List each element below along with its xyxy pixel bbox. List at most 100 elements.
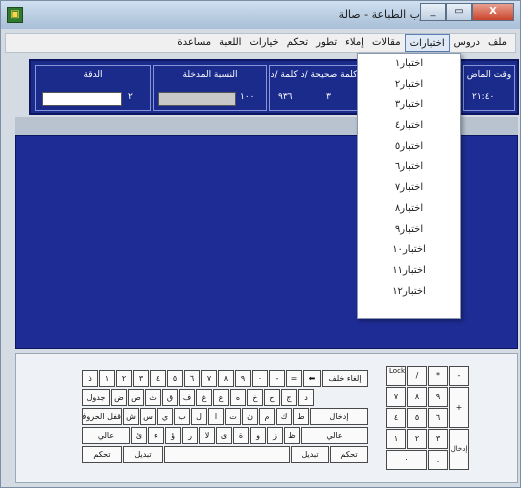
menu-control[interactable]: تحكم (283, 34, 312, 52)
dropdown-item-test-10[interactable]: اختبار١٠ (358, 240, 460, 261)
key[interactable]: ث (145, 389, 161, 406)
key[interactable]: ٣ (133, 370, 149, 387)
dropdown-item-test-11[interactable]: اختبار١١ (358, 261, 460, 282)
dropdown-item-test-8[interactable]: اختبار٨ (358, 199, 460, 220)
tab-key[interactable]: جدول (82, 389, 110, 406)
dropdown-item-test-6[interactable]: اختبار٦ (358, 157, 460, 178)
dropdown-item-test-3[interactable]: اختبار٣ (358, 95, 460, 116)
key[interactable]: ئ (131, 427, 147, 444)
key[interactable]: ك (276, 408, 292, 425)
ctrl-right-key[interactable]: تحكم (330, 446, 368, 463)
shift-right-key[interactable]: عالي (301, 427, 368, 444)
dropdown-item-test-4[interactable]: اختبار٤ (358, 116, 460, 137)
dropdown-item-test-12[interactable]: اختبار١٢ (358, 282, 460, 303)
key[interactable]: / (407, 366, 427, 386)
key[interactable]: ٣ (428, 429, 448, 449)
key[interactable]: ة (233, 427, 249, 444)
shift-left-key[interactable]: عالي (82, 427, 130, 444)
key[interactable]: ؤ (165, 427, 181, 444)
menu-articles[interactable]: مقالات (368, 34, 405, 52)
key[interactable]: - (269, 370, 285, 387)
menu-options[interactable]: خيارات (245, 34, 282, 52)
dropdown-item-test-1[interactable]: اختبار١ (358, 54, 460, 75)
key[interactable]: م (259, 408, 275, 425)
key[interactable]: ٥ (167, 370, 183, 387)
key[interactable]: ٠ (252, 370, 268, 387)
numpad-decimal-key[interactable]: . (428, 450, 448, 470)
key[interactable]: ل (191, 408, 207, 425)
key[interactable]: ق (162, 389, 178, 406)
menu-dictation[interactable]: إملاء (341, 34, 368, 52)
key[interactable]: ٩ (428, 387, 448, 407)
key[interactable]: ٢ (116, 370, 132, 387)
menu-tests[interactable]: اختبارات (404, 34, 450, 52)
menu-game[interactable]: اللعبة (215, 34, 245, 52)
num-lock-key[interactable]: Num Lock (386, 366, 406, 386)
key[interactable]: س (140, 408, 156, 425)
key[interactable]: ⬅ (303, 370, 321, 387)
key[interactable]: ج (281, 389, 297, 406)
key[interactable]: ٦ (428, 408, 448, 428)
key[interactable]: ه (230, 389, 246, 406)
key[interactable]: غ (196, 389, 212, 406)
key[interactable]: ي (157, 408, 173, 425)
key[interactable]: ١ (386, 429, 406, 449)
key[interactable]: ض (111, 389, 127, 406)
alt-right-key[interactable]: تبديل (291, 446, 329, 463)
key[interactable]: و (250, 427, 266, 444)
key[interactable]: ص (128, 389, 144, 406)
key[interactable]: ظ (284, 427, 300, 444)
minimize-button[interactable]: _ (420, 3, 446, 21)
key[interactable]: ١ (99, 370, 115, 387)
alt-left-key[interactable]: تبديل (123, 446, 163, 463)
key[interactable]: ٧ (201, 370, 217, 387)
dropdown-item-test-7[interactable]: اختبار٧ (358, 178, 460, 199)
key[interactable]: ش (123, 408, 139, 425)
ctrl-left-key[interactable]: تحكم (82, 446, 122, 463)
key[interactable]: ٤ (386, 408, 406, 428)
key[interactable]: ف (179, 389, 195, 406)
menu-lessons[interactable]: دروس (450, 34, 484, 52)
key[interactable]: ز (267, 427, 283, 444)
key[interactable]: ن (242, 408, 258, 425)
key[interactable]: ذ (82, 370, 98, 387)
key[interactable]: ى (216, 427, 232, 444)
numpad-enter-key[interactable]: إدخال (449, 429, 469, 470)
key[interactable]: ٥ (407, 408, 427, 428)
key[interactable]: ط (293, 408, 309, 425)
menu-help[interactable]: مساعدة (173, 34, 215, 52)
key[interactable]: = (286, 370, 302, 387)
space-key[interactable] (164, 446, 290, 463)
key[interactable]: ا (208, 408, 224, 425)
key[interactable]: ٨ (407, 387, 427, 407)
caps-lock-key[interactable]: قفل الحروف (82, 408, 122, 425)
key[interactable]: ٢ (407, 429, 427, 449)
key[interactable]: * (428, 366, 448, 386)
key[interactable]: ٧ (386, 387, 406, 407)
menu-file[interactable]: ملف (484, 34, 511, 52)
key[interactable]: د (298, 389, 314, 406)
key[interactable]: ب (174, 408, 190, 425)
numpad-zero-key[interactable]: ٠ (386, 450, 427, 470)
maximize-button[interactable]: ▭ (446, 3, 472, 21)
key[interactable]: ح (264, 389, 280, 406)
numpad-plus-key[interactable]: + (449, 387, 469, 428)
key[interactable]: ع (213, 389, 229, 406)
menu-progress[interactable]: تطور (312, 34, 341, 52)
key[interactable]: ت (225, 408, 241, 425)
close-button[interactable]: X (472, 3, 514, 21)
enter-key[interactable]: إدخال (310, 408, 368, 425)
dropdown-item-test-2[interactable]: اختبار٢ (358, 75, 460, 96)
key[interactable]: ٨ (218, 370, 234, 387)
key[interactable]: - (449, 366, 469, 386)
dropdown-item-test-5[interactable]: اختبار٥ (358, 137, 460, 158)
title-bar[interactable]: ▣ ضارب الطباعة - صالة _ ▭ X (1, 1, 520, 29)
key[interactable]: ٩ (235, 370, 251, 387)
key[interactable]: ٤ (150, 370, 166, 387)
key[interactable]: ر (182, 427, 198, 444)
dropdown-item-test-9[interactable]: اختبار٩ (358, 220, 460, 241)
key[interactable]: خ (247, 389, 263, 406)
key[interactable]: لا (199, 427, 215, 444)
key[interactable]: ٦ (184, 370, 200, 387)
backspace-key[interactable]: إلغاء خلف (322, 370, 368, 387)
